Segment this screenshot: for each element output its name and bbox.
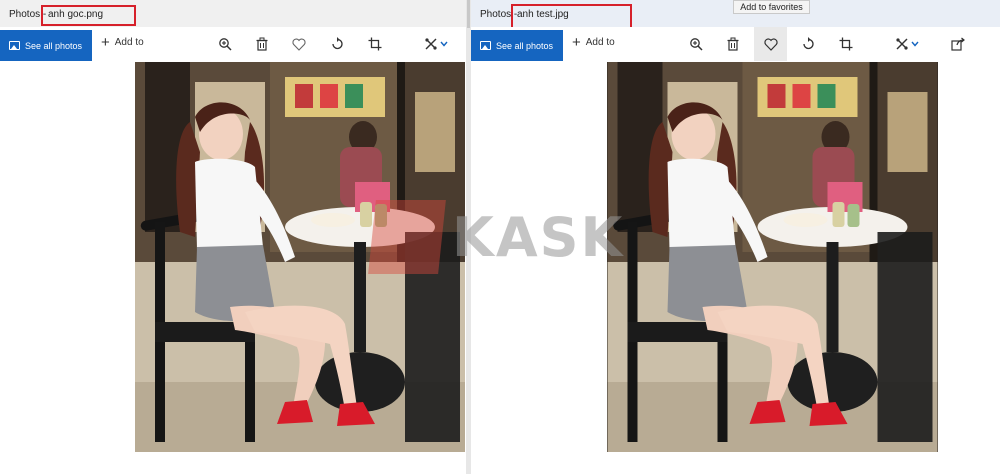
toolbar: See all photos + Add to [0, 27, 466, 62]
add-to-button[interactable]: + Add to [572, 33, 615, 51]
cafe-photo [135, 62, 465, 452]
see-all-photos-label: See all photos [25, 40, 83, 51]
plus-icon: + [101, 33, 110, 51]
add-to-label: Add to [585, 37, 615, 48]
rotate-icon[interactable] [799, 35, 817, 53]
edit-icon[interactable] [893, 35, 911, 53]
filename-highlight-box [41, 5, 136, 26]
photos-window-right: Photos - anh test.jpg See all photos + A… [471, 0, 1000, 474]
zoom-in-icon[interactable] [216, 35, 234, 53]
zoom-in-icon[interactable] [687, 35, 705, 53]
delete-icon[interactable] [253, 35, 271, 53]
add-to-label: Add to [114, 37, 144, 48]
cafe-photo [607, 62, 938, 452]
crop-icon[interactable] [366, 35, 384, 53]
add-to-button[interactable]: + Add to [101, 33, 144, 51]
see-all-photos-button[interactable]: See all photos [0, 30, 92, 61]
see-all-photos-button[interactable]: See all photos [471, 30, 563, 61]
photos-window-left: Photos - anh goc.png See all photos + Ad… [0, 0, 466, 474]
share-icon[interactable] [949, 35, 967, 53]
see-all-photos-label: See all photos [496, 40, 554, 51]
favorite-icon[interactable] [762, 35, 780, 53]
crop-icon[interactable] [837, 35, 855, 53]
edit-icon[interactable] [422, 35, 440, 53]
photo-view [135, 62, 465, 452]
plus-icon: + [572, 33, 581, 51]
divider-strip [467, 0, 470, 28]
add-to-favorites-tooltip: Add to favorites [733, 0, 810, 14]
favorite-icon[interactable] [290, 35, 308, 53]
photos-icon [9, 41, 20, 50]
photos-icon [480, 41, 491, 50]
rotate-icon[interactable] [328, 35, 346, 53]
title-bar: Photos - anh goc.png [0, 0, 466, 27]
toolbar: See all photos + Add to [471, 27, 1000, 62]
filename-highlight-box [511, 4, 632, 29]
delete-icon[interactable] [724, 35, 742, 53]
chevron-down-icon[interactable] [910, 35, 920, 53]
photo-view [607, 62, 938, 452]
chevron-down-icon[interactable] [439, 35, 449, 53]
